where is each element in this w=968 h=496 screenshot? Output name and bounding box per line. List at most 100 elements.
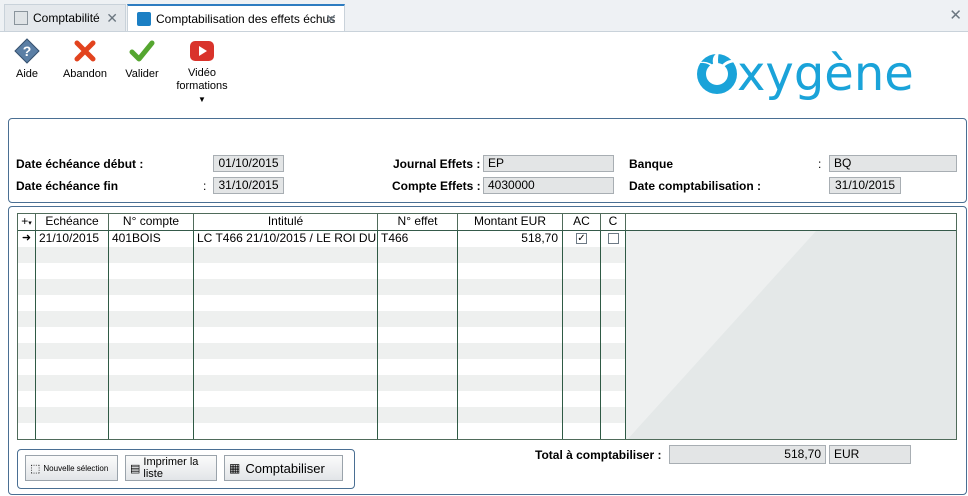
grid-cell[interactable]: [194, 343, 378, 359]
grid-cell[interactable]: [194, 359, 378, 375]
grid-cell[interactable]: [378, 311, 458, 327]
table-row[interactable]: [18, 407, 626, 423]
grid-cell[interactable]: [109, 375, 194, 391]
row-selector[interactable]: [18, 247, 36, 263]
grid-cell[interactable]: [109, 343, 194, 359]
grid-cell[interactable]: [109, 423, 194, 439]
header-amount[interactable]: Montant EUR: [458, 214, 563, 230]
grid-cell[interactable]: [563, 247, 601, 263]
grid-cell[interactable]: [109, 295, 194, 311]
help-button[interactable]: ? Aide: [10, 38, 44, 80]
grid-cell[interactable]: [109, 407, 194, 423]
table-row[interactable]: ➜ 21/10/2015 401BOIS LC T466 21/10/2015 / L…: [18, 231, 626, 247]
grid-cell[interactable]: [563, 279, 601, 295]
grid-cell[interactable]: [194, 423, 378, 439]
grid-cell[interactable]: [458, 247, 563, 263]
grid-cell[interactable]: [458, 391, 563, 407]
row-selector[interactable]: [18, 263, 36, 279]
window-close-icon[interactable]: ✕: [949, 6, 962, 24]
grid-cell[interactable]: [194, 391, 378, 407]
grid-cell[interactable]: [36, 327, 109, 343]
table-row[interactable]: [18, 295, 626, 311]
row-selector[interactable]: [18, 295, 36, 311]
grid-cell[interactable]: [601, 391, 626, 407]
row-selector[interactable]: [18, 391, 36, 407]
grid-cell[interactable]: [378, 327, 458, 343]
add-column-icon[interactable]: +▾: [18, 214, 36, 230]
header-effect-number[interactable]: N° effet: [378, 214, 458, 230]
grid-cell[interactable]: [563, 407, 601, 423]
grid-cell[interactable]: [109, 311, 194, 327]
grid-cell[interactable]: [458, 423, 563, 439]
grid-cell[interactable]: [458, 279, 563, 295]
grid-cell[interactable]: [378, 407, 458, 423]
table-row[interactable]: [18, 311, 626, 327]
cell-c[interactable]: [601, 231, 626, 247]
row-selector[interactable]: [18, 359, 36, 375]
grid-cell[interactable]: [458, 343, 563, 359]
grid-cell[interactable]: [194, 311, 378, 327]
grid-cell[interactable]: [458, 295, 563, 311]
c-checkbox[interactable]: [608, 233, 619, 244]
grid-cell[interactable]: [563, 391, 601, 407]
grid-cell[interactable]: [563, 327, 601, 343]
grid-cell[interactable]: [458, 375, 563, 391]
grid-cell[interactable]: [109, 247, 194, 263]
grid-cell[interactable]: [563, 311, 601, 327]
grid-cell[interactable]: [378, 279, 458, 295]
grid-cell[interactable]: [563, 359, 601, 375]
grid-cell[interactable]: [36, 311, 109, 327]
grid-cell[interactable]: [601, 247, 626, 263]
grid-cell[interactable]: [458, 311, 563, 327]
table-row[interactable]: [18, 263, 626, 279]
row-selector[interactable]: [18, 311, 36, 327]
grid-cell[interactable]: [36, 423, 109, 439]
grid-cell[interactable]: [563, 423, 601, 439]
journal-field[interactable]: EP: [483, 155, 614, 172]
grid-cell[interactable]: [458, 327, 563, 343]
grid-cell[interactable]: [109, 263, 194, 279]
row-selector[interactable]: [18, 407, 36, 423]
grid-cell[interactable]: [563, 375, 601, 391]
grid-cell[interactable]: [36, 407, 109, 423]
grid-cell[interactable]: [378, 423, 458, 439]
effects-grid[interactable]: +▾ Echéance N° compte Intitulé N° effet …: [17, 213, 957, 440]
row-selector[interactable]: [18, 327, 36, 343]
row-selector[interactable]: [18, 375, 36, 391]
grid-cell[interactable]: [378, 247, 458, 263]
grid-cell[interactable]: [563, 263, 601, 279]
video-training-button[interactable]: Vidéo formations ▼: [176, 38, 228, 106]
row-selector[interactable]: [18, 279, 36, 295]
new-selection-button[interactable]: ⬚ Nouvelle sélection: [25, 455, 118, 481]
header-ac[interactable]: AC: [563, 214, 601, 230]
grid-cell[interactable]: [378, 295, 458, 311]
header-account[interactable]: N° compte: [109, 214, 194, 230]
close-icon[interactable]: ✕: [106, 10, 118, 27]
grid-cell[interactable]: [601, 311, 626, 327]
grid-cell[interactable]: [378, 375, 458, 391]
cancel-button[interactable]: Abandon: [60, 38, 110, 80]
grid-cell[interactable]: [36, 295, 109, 311]
close-icon[interactable]: ✕: [325, 11, 337, 28]
account-field[interactable]: 4030000: [483, 177, 614, 194]
cell-intitule[interactable]: LC T466 21/10/2015 / LE ROI DU: [194, 231, 378, 247]
row-selector[interactable]: [18, 423, 36, 439]
grid-cell[interactable]: [194, 295, 378, 311]
row-selector[interactable]: ➜: [18, 231, 36, 247]
validate-button[interactable]: Valider: [124, 38, 160, 80]
grid-cell[interactable]: [458, 407, 563, 423]
grid-cell[interactable]: [378, 263, 458, 279]
date-start-field[interactable]: 01/10/2015: [213, 155, 284, 172]
grid-cell[interactable]: [36, 279, 109, 295]
grid-cell[interactable]: [601, 359, 626, 375]
cell-montant[interactable]: 518,70: [458, 231, 563, 247]
grid-cell[interactable]: [194, 263, 378, 279]
cell-effet[interactable]: T466: [378, 231, 458, 247]
grid-cell[interactable]: [601, 375, 626, 391]
print-list-button[interactable]: ▤ Imprimer la liste: [125, 455, 217, 481]
grid-cell[interactable]: [36, 391, 109, 407]
grid-cell[interactable]: [601, 327, 626, 343]
grid-cell[interactable]: [36, 359, 109, 375]
grid-cell[interactable]: [36, 247, 109, 263]
tab-comptabilisation[interactable]: Comptabilisation des effets échus ✕: [127, 4, 345, 31]
